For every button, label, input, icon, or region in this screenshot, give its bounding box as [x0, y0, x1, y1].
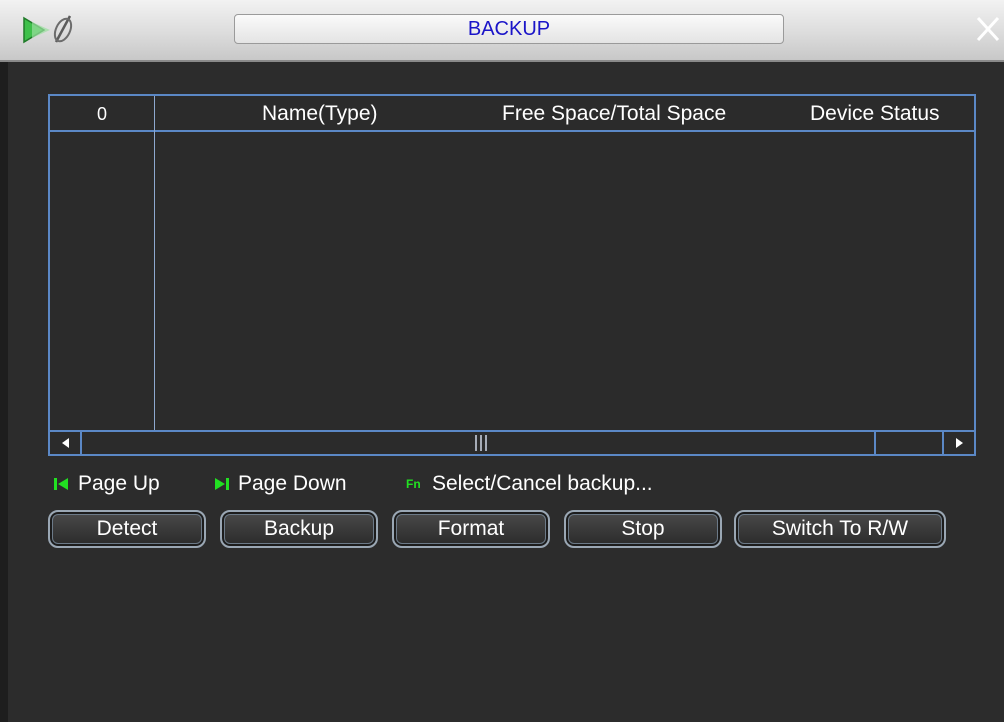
- stop-button[interactable]: Stop: [564, 510, 722, 548]
- fn-key-icon: Fn: [406, 477, 421, 491]
- switch-to-rw-button[interactable]: Switch To R/W: [734, 510, 946, 548]
- arrow-right-icon: [956, 438, 963, 448]
- window-left-edge: [0, 62, 8, 722]
- column-header-index[interactable]: 0: [50, 96, 154, 132]
- backup-button[interactable]: Backup: [220, 510, 378, 548]
- title-bar: BACKUP: [0, 0, 1004, 62]
- column-header-free-total-space[interactable]: Free Space/Total Space: [502, 96, 726, 132]
- scroll-track-divider: [874, 432, 876, 454]
- column-divider: [154, 96, 155, 430]
- column-header-device-status[interactable]: Device Status: [810, 96, 940, 132]
- page-down-icon: [215, 478, 229, 490]
- format-button[interactable]: Format: [392, 510, 550, 548]
- column-header-name-type[interactable]: Name(Type): [262, 96, 378, 132]
- hint-page-up: Page Up: [78, 472, 160, 495]
- page-up-icon: [54, 478, 68, 490]
- close-icon[interactable]: [972, 14, 1002, 44]
- backup-window: BACKUP 0 Name(Type) Free Space/Total Spa…: [0, 0, 1004, 722]
- detect-button[interactable]: Detect: [48, 510, 206, 548]
- table-header: 0 Name(Type) Free Space/Total Space Devi…: [50, 96, 974, 132]
- backup-app-icon: [23, 15, 73, 44]
- scroll-left-button[interactable]: [50, 432, 82, 454]
- scroll-thumb[interactable]: [470, 434, 494, 452]
- scroll-right-button[interactable]: [942, 432, 974, 454]
- hint-page-down: Page Down: [238, 472, 347, 495]
- arrow-left-icon: [62, 438, 69, 448]
- backup-device-table: 0 Name(Type) Free Space/Total Space Devi…: [48, 94, 976, 456]
- hint-select-cancel: Select/Cancel backup...: [432, 472, 653, 495]
- window-title: BACKUP: [467, 18, 551, 40]
- horizontal-scrollbar[interactable]: [50, 430, 974, 454]
